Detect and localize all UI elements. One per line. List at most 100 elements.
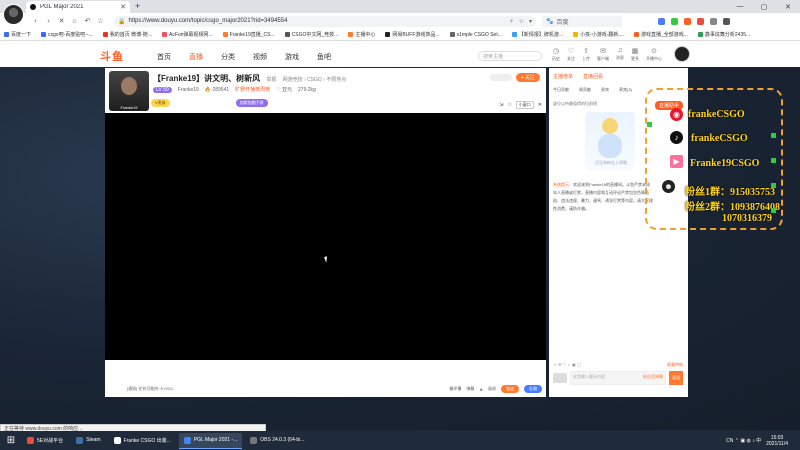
bookmark-item[interactable]: 【新情报】牌机游... <box>511 31 563 38</box>
chat-tool-icons[interactable]: ☺ ✉ ♡ ☆ ▣ ▢ <box>553 362 581 368</box>
fan-badge-icon[interactable] <box>553 373 567 383</box>
extension-icon[interactable] <box>671 17 678 25</box>
menu-icon[interactable] <box>723 17 730 25</box>
vip-badge[interactable]: V贵族 <box>151 99 170 107</box>
extension-icon[interactable] <box>697 17 704 25</box>
site-search-input[interactable]: 搜索主播 <box>478 51 542 61</box>
bookmark-item[interactable]: AcFun弹幕视频网... <box>161 31 213 38</box>
dropdown-icon[interactable]: ▾ <box>529 18 532 25</box>
bookmark-label: Franke19直播_CS... <box>229 32 275 38</box>
bookmark-item[interactable]: s1mple CSGO Set... <box>449 32 502 38</box>
extension-icon[interactable] <box>658 17 665 25</box>
subtab-vip[interactable]: 贵宾 <box>601 87 609 93</box>
bookmark-item[interactable]: 主播中心 <box>348 31 375 38</box>
tray-icons[interactable]: CN ⌃ ▣ ◍ ♪ 中 <box>726 437 761 444</box>
report-link[interactable]: 举报 <box>266 77 276 83</box>
home-icon[interactable]: ⌂ <box>71 18 78 25</box>
room-category[interactable]: 网游竞技 › CSGO › 不限地点 <box>283 77 347 83</box>
minimize-button[interactable]: — <box>728 0 752 13</box>
taskbar-item[interactable]: Franke CSGO 出装... <box>109 433 176 449</box>
popout-icon[interactable]: ⇲ <box>499 102 503 108</box>
window-controls: — ▢ ✕ <box>728 0 800 13</box>
user-menu-item[interactable]: ◷ 历史 <box>552 47 560 62</box>
user-menu-item[interactable]: ⊙ 开播中心 <box>646 47 662 62</box>
loop-toggle[interactable]: 循环播 <box>449 386 461 392</box>
block-effects-toggle[interactable]: 屏蔽特效 <box>667 362 683 368</box>
nav-item[interactable]: 分类 <box>221 52 235 62</box>
close-icon[interactable]: ✕ <box>538 102 542 108</box>
anchor-avatar[interactable]: Franke19 <box>109 71 149 111</box>
star-icon[interactable]: ☆ <box>507 102 511 108</box>
bookmark-item[interactable]: Franke19直播_CS... <box>222 31 275 38</box>
tab-replay[interactable]: 直播回看 <box>583 73 603 80</box>
video-player[interactable] <box>105 113 546 360</box>
close-tab-icon[interactable]: ✕ <box>120 3 126 11</box>
back-icon[interactable]: ‹ <box>32 18 39 25</box>
chat-input[interactable]: 这里输入聊天内容 粉丝团弹幕 <box>570 371 666 385</box>
app-icon <box>113 436 121 444</box>
user-menu-item[interactable]: ♫ 消息 <box>616 47 624 62</box>
follow-button[interactable]: + 关注 <box>515 73 540 82</box>
user-menu-item[interactable]: ▦ 更多 <box>631 47 639 62</box>
taskbar-label: Steam <box>86 437 101 443</box>
bookmark-item[interactable]: 我的首页 微博-随... <box>102 31 152 38</box>
danmaku-toggle[interactable]: 弹幕 <box>466 386 474 392</box>
star-icon[interactable]: ★ <box>479 387 483 392</box>
user-avatar[interactable] <box>674 46 690 62</box>
nav-item[interactable]: 游戏 <box>285 52 299 62</box>
nav-item[interactable]: 视频 <box>253 52 267 62</box>
close-window-button[interactable]: ✕ <box>776 0 800 13</box>
windows-start-icon[interactable]: ⊞ <box>3 433 19 449</box>
subtab-vip-count[interactable]: 贵宾(3) <box>619 87 632 93</box>
taskbar-item[interactable]: PGL Major 2021 -... <box>178 432 243 449</box>
bookmark-item[interactable]: csgo吧-百度贴吧--... <box>41 31 93 38</box>
translate-icon[interactable]: ⚡ <box>509 18 513 25</box>
taskbar-item[interactable]: OBS 24.0.3 (64-bi... <box>245 433 309 449</box>
stop-icon[interactable]: ✕ <box>58 17 65 25</box>
browser-tab[interactable]: PGL Major 2021 ✕ <box>26 1 130 13</box>
mini-window-button[interactable]: 小窗口 <box>515 101 534 109</box>
bookmark-item[interactable]: 百度一下 <box>4 31 31 38</box>
engine-search-box[interactable]: 🐾 百度 <box>542 15 622 27</box>
address-bar[interactable]: 🔒 https://www.douyu.com/topic/csgo_major… <box>114 15 536 27</box>
bookmark-item[interactable]: 网易BUFF游戏饰品... <box>385 31 440 38</box>
send-danmaku-button[interactable]: 发送 <box>501 385 519 393</box>
user-menu-item[interactable]: ⇧ 上传 <box>582 47 590 62</box>
profile-avatar[interactable] <box>3 4 24 25</box>
gift-button[interactable]: 礼物 <box>524 385 542 393</box>
bookmark-favicon-icon <box>697 32 703 37</box>
clock[interactable]: 15:03 2021/11/4 <box>766 435 788 447</box>
fan-danmaku-hint[interactable]: 粉丝团弹幕 <box>643 374 663 382</box>
extension-icon[interactable] <box>710 17 717 25</box>
bookmark-item[interactable]: CSGO中文网_竞技... <box>284 31 338 38</box>
taskbar-item[interactable]: 5E对战平台 <box>22 433 68 449</box>
anchor-name[interactable]: Franke19 <box>178 87 199 93</box>
favicon-icon <box>30 4 36 10</box>
quality-button[interactable]: 画质 <box>488 386 496 392</box>
chat-send-button[interactable]: 发送 <box>669 371 683 385</box>
douyu-logo[interactable]: 斗鱼 <box>100 48 124 64</box>
bookmark-item[interactable]: 游戏直播_全部游戏... <box>633 31 688 38</box>
subtab-today[interactable]: 今日贡献 <box>553 87 569 93</box>
extension-icon[interactable] <box>684 17 691 25</box>
bookmark-item[interactable]: 鑫事炫舞分析2435... <box>697 31 750 38</box>
taskbar-item[interactable]: Steam <box>71 433 105 449</box>
subtab-week[interactable]: 周贡献 <box>579 87 591 93</box>
nav-item[interactable]: 鱼吧 <box>317 52 331 62</box>
notify-toggle[interactable] <box>489 74 512 81</box>
join-group-button[interactable]: 加群加圈子群 <box>235 99 268 107</box>
favorite-icon[interactable]: ☆ <box>519 18 524 25</box>
nav-item[interactable]: 直播 <box>189 52 203 62</box>
bookmark-item[interactable]: 小孩-小游戏-翻新,... <box>573 31 624 38</box>
user-menu-item[interactable]: ♡ 关注 <box>567 47 575 62</box>
bookmark-star-icon[interactable]: ☆ <box>97 17 104 25</box>
undo-icon[interactable]: ↶ <box>84 17 91 25</box>
nav-item[interactable]: 首页 <box>157 52 171 62</box>
new-tab-button[interactable]: + <box>135 1 140 11</box>
forward-icon[interactable]: › <box>45 18 52 25</box>
user-menu-item[interactable]: ✉ 客户端 <box>597 47 609 62</box>
maximize-button[interactable]: ▢ <box>752 0 776 13</box>
taskbar-label: PGL Major 2021 -... <box>193 437 238 443</box>
rank-badge[interactable]: 旷野开播榜周榜 <box>235 86 270 93</box>
tab-anchor-rank[interactable]: 主播榜单 <box>553 73 573 80</box>
